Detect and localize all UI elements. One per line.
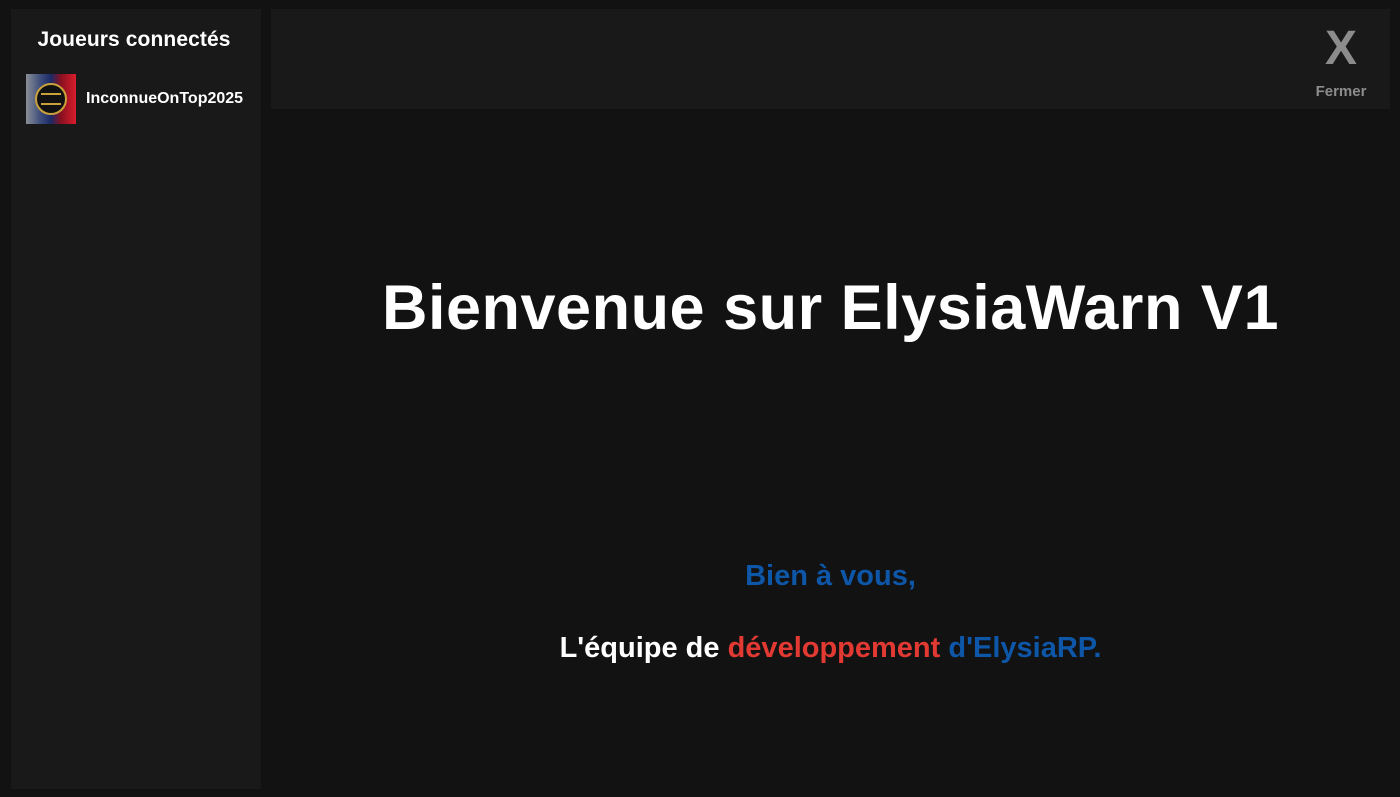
greeting-text: Bien à vous, <box>745 560 916 592</box>
connected-players-sidebar: Joueurs connectés InconnueOnTop2025 <box>11 9 261 789</box>
signature-part-1: L'équipe de <box>559 632 720 664</box>
signature-part-3: d'ElysiaRP. <box>948 632 1102 664</box>
close-button[interactable]: X Fermer <box>1306 23 1376 103</box>
player-avatar-icon <box>26 74 76 124</box>
close-label: Fermer <box>1315 83 1367 100</box>
app-window: Joueurs connectés InconnueOnTop2025 X Fe… <box>0 0 1400 797</box>
player-item[interactable]: InconnueOnTop2025 <box>26 74 254 124</box>
signature-part-2: développement <box>727 632 941 664</box>
sidebar-title: Joueurs connectés <box>37 28 231 51</box>
close-icon: X <box>1324 22 1357 75</box>
top-bar: X Fermer <box>271 9 1390 109</box>
player-name: InconnueOnTop2025 <box>86 90 244 107</box>
signature-text: L'équipe de développement d'ElysiaRP. <box>271 630 1390 666</box>
welcome-title: Bienvenue sur ElysiaWarn V1 <box>381 273 1279 343</box>
